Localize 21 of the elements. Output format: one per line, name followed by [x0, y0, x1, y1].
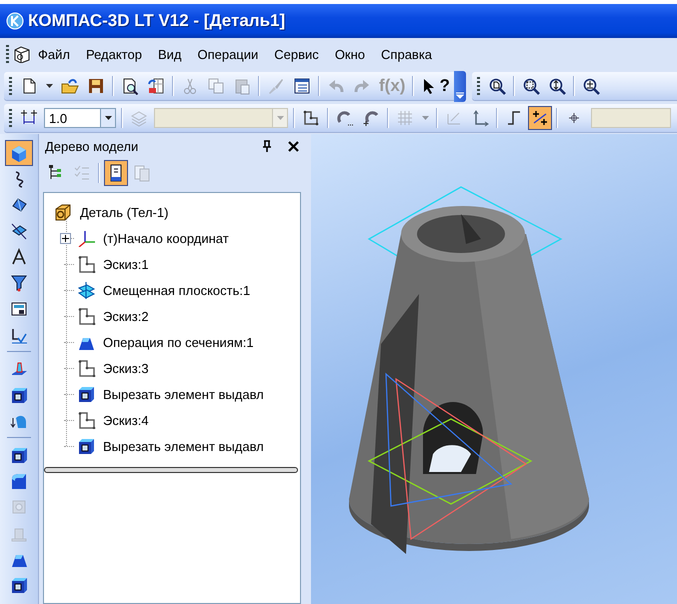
- menu-item[interactable]: Справка: [374, 44, 440, 64]
- menu-item[interactable]: Файл: [31, 44, 77, 64]
- panel-title: Дерево модели: [45, 138, 140, 154]
- menu-item[interactable]: Окно: [328, 44, 372, 64]
- menu-item[interactable]: Операции: [190, 44, 266, 64]
- tree-item[interactable]: (т)Начало координат: [103, 230, 229, 246]
- tree-item[interactable]: Эскиз:1: [103, 256, 149, 272]
- tree-item[interactable]: Смещенная плоскость:1: [103, 282, 250, 298]
- window-title: КОМПАС-3D LT V12 - [Деталь1]: [28, 11, 286, 31]
- tree-item[interactable]: Деталь (Тел-1): [80, 204, 168, 220]
- tree-item[interactable]: Эскиз:3: [103, 360, 149, 376]
- menu-item[interactable]: Сервис: [267, 44, 326, 64]
- tree-item[interactable]: Операция по сечениям:1: [103, 334, 254, 350]
- tree-item[interactable]: Эскиз:2: [103, 308, 149, 324]
- help-button[interactable]: ?: [418, 74, 453, 98]
- tree-item[interactable]: Вырезать элемент выдавл: [103, 386, 264, 402]
- step-field[interactable]: 1.0: [44, 108, 100, 128]
- menu-item[interactable]: Редактор: [78, 44, 149, 64]
- menu-item[interactable]: Вид: [150, 44, 188, 64]
- tree-item[interactable]: Вырезать элемент выдавл: [103, 438, 264, 454]
- tree-item[interactable]: Эскиз:4: [103, 412, 149, 428]
